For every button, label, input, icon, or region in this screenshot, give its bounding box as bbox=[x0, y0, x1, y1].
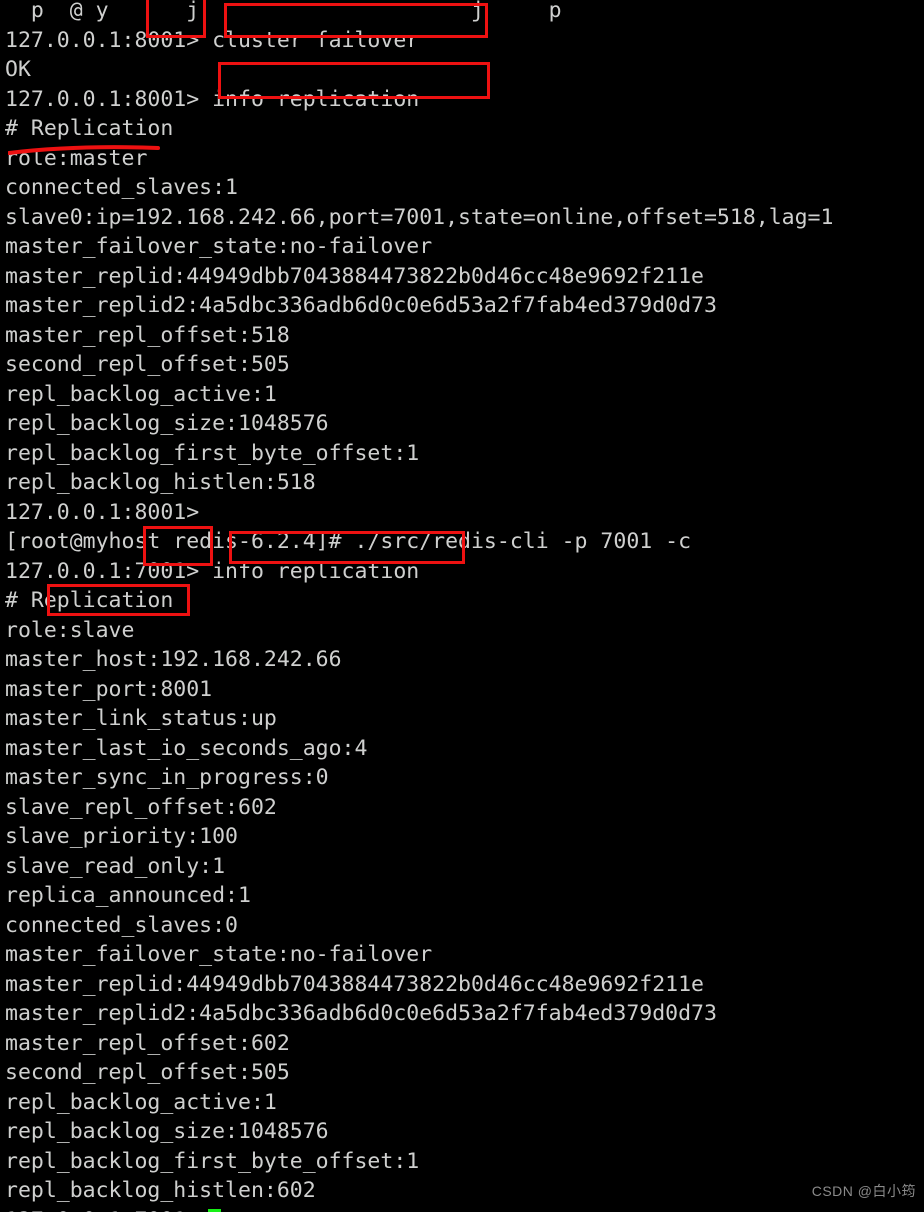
terminal-line: 127.0.0.1:8001> cluster failover bbox=[5, 27, 420, 53]
terminal-line: role:slave bbox=[5, 617, 135, 643]
text-cursor bbox=[208, 1208, 222, 1212]
terminal-line: master_sync_in_progress:0 bbox=[5, 765, 329, 790]
terminal-output: p @ y j j p 127.0.0.1:8001> cluster fail… bbox=[5, 0, 833, 1212]
terminal-line: connected_slaves:1 bbox=[5, 175, 238, 200]
terminal-line: master_replid:44949dbb7043884473822b0d46… bbox=[5, 971, 704, 997]
terminal-line: p @ y j j p bbox=[5, 0, 627, 23]
terminal-line: [root@myhost redis-6.2.4]# ./src/redis-c… bbox=[5, 529, 692, 554]
terminal-line: repl_backlog_active:1 bbox=[5, 381, 277, 407]
terminal-line: replica_announced:1 bbox=[5, 883, 251, 908]
terminal-line: master_port:8001 bbox=[5, 676, 213, 702]
terminal-line: repl_backlog_first_byte_offset:1 bbox=[5, 440, 420, 466]
terminal-line: repl_backlog_histlen:518 bbox=[5, 470, 316, 495]
terminal-line: repl_backlog_size:1048576 bbox=[5, 1119, 329, 1144]
terminal-line: master_replid:44949dbb7043884473822b0d46… bbox=[5, 263, 704, 289]
terminal-line: slave_read_only:1 bbox=[5, 853, 226, 879]
terminal-line: slave_repl_offset:602 bbox=[5, 794, 277, 820]
terminal-line: master_failover_state:no-failover bbox=[5, 942, 433, 967]
terminal-line: 127.0.0.1:7001> info replication bbox=[5, 558, 420, 584]
terminal-prompt-line[interactable]: 127.0.0.1:7001> bbox=[5, 1206, 833, 1212]
terminal-line: master_last_io_seconds_ago:4 bbox=[5, 735, 368, 761]
terminal-line: master_repl_offset:602 bbox=[5, 1030, 290, 1056]
terminal-line: repl_backlog_histlen:602 bbox=[5, 1178, 316, 1203]
terminal-line: 127.0.0.1:8001> bbox=[5, 499, 200, 525]
terminal-line: slave_priority:100 bbox=[5, 824, 238, 849]
terminal-window[interactable]: p @ y j j p 127.0.0.1:8001> cluster fail… bbox=[0, 0, 924, 1212]
terminal-line: master_replid2:4a5dbc336adb6d0c0e6d53a2f… bbox=[5, 293, 717, 318]
terminal-line: slave0:ip=192.168.242.66,port=7001,state… bbox=[5, 204, 834, 230]
shell-prompt: 127.0.0.1:7001> bbox=[5, 1208, 199, 1212]
terminal-line: second_repl_offset:505 bbox=[5, 1060, 290, 1085]
terminal-line: master_repl_offset:518 bbox=[5, 322, 290, 348]
terminal-line: repl_backlog_size:1048576 bbox=[5, 411, 329, 436]
terminal-line: connected_slaves:0 bbox=[5, 912, 238, 938]
terminal-line: second_repl_offset:505 bbox=[5, 352, 290, 377]
terminal-line: repl_backlog_first_byte_offset:1 bbox=[5, 1148, 420, 1174]
terminal-line: master_host:192.168.242.66 bbox=[5, 647, 342, 672]
terminal-line: repl_backlog_active:1 bbox=[5, 1089, 277, 1115]
terminal-line: OK bbox=[5, 57, 31, 82]
terminal-line: master_link_status:up bbox=[5, 706, 277, 731]
terminal-line: # Replication bbox=[5, 588, 174, 613]
terminal-line: 127.0.0.1:8001> info replication bbox=[5, 86, 420, 112]
terminal-line: # Replication bbox=[5, 116, 174, 141]
terminal-line: master_failover_state:no-failover bbox=[5, 234, 433, 259]
terminal-line: master_replid2:4a5dbc336adb6d0c0e6d53a2f… bbox=[5, 1001, 717, 1026]
terminal-line: role:master bbox=[5, 145, 148, 171]
csdn-watermark: CSDN @白小筠 bbox=[811, 1182, 916, 1199]
